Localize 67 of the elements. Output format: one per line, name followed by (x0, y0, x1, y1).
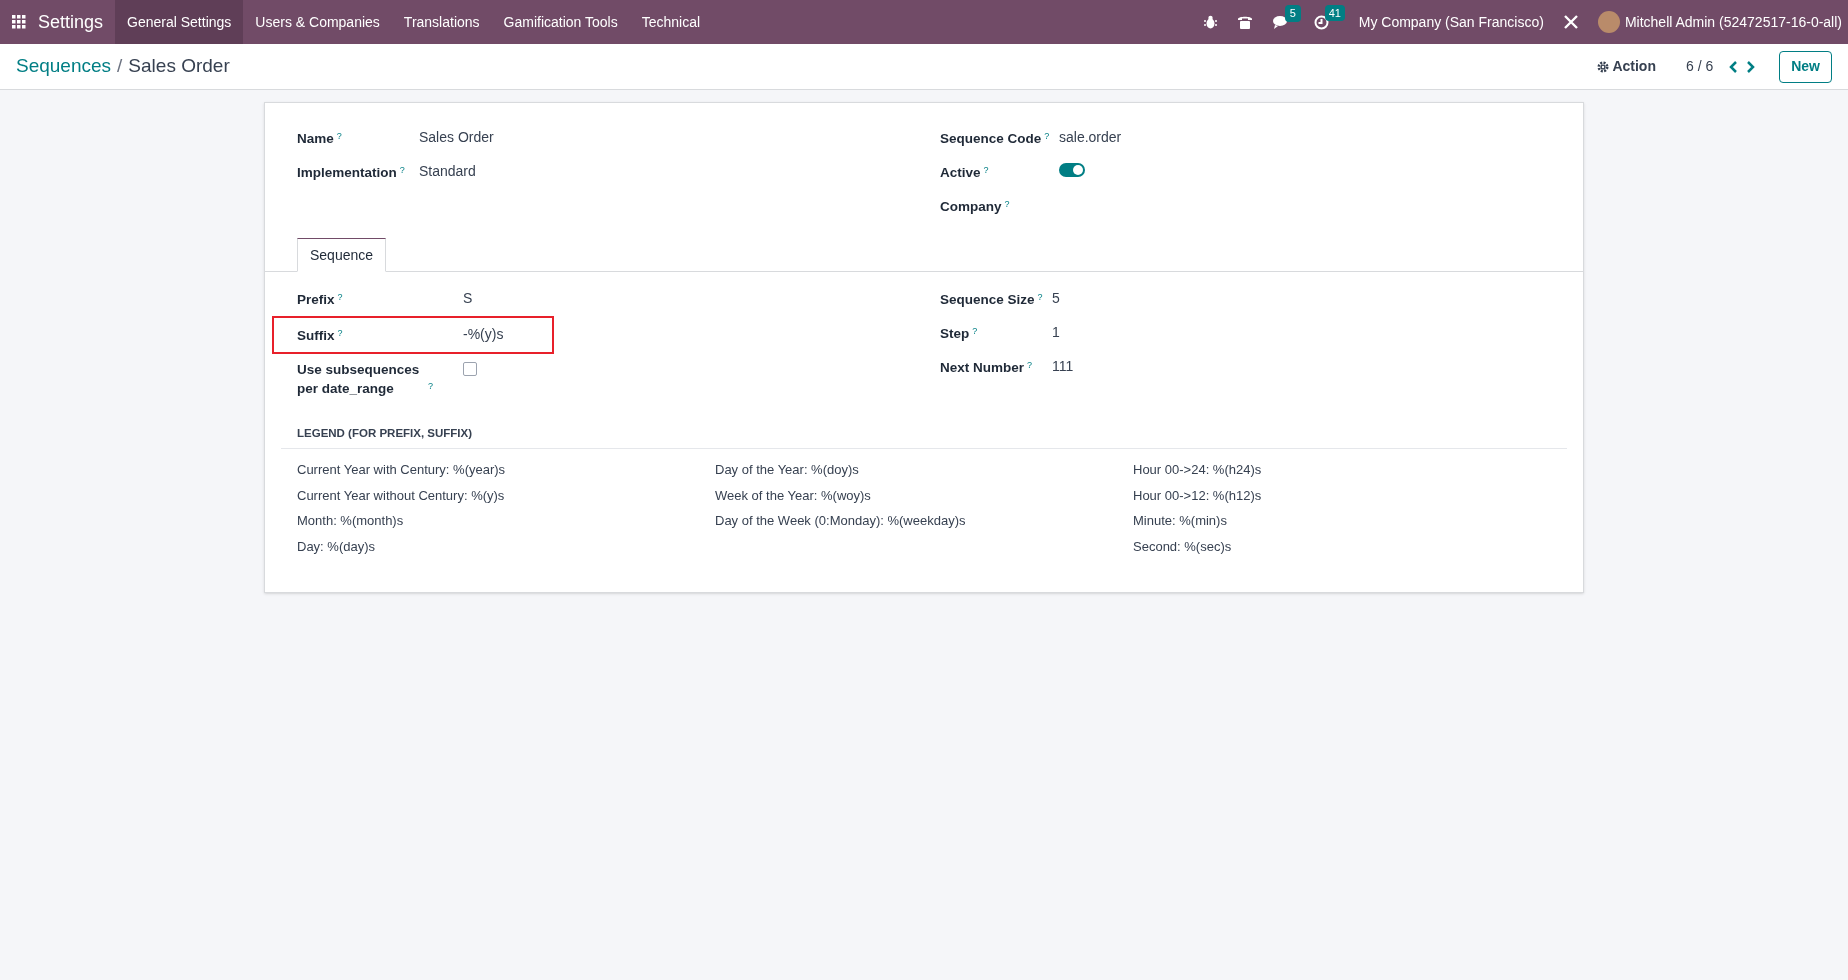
legend-entry: Hour 00->12: %(h12)s (1133, 486, 1263, 505)
help-tooltip[interactable]: ? (337, 328, 343, 338)
help-tooltip[interactable]: ? (972, 326, 978, 336)
field-label: Name (297, 131, 334, 146)
field-value: 1 (1052, 323, 1060, 342)
legend-entry: Minute: %(min)s (1133, 512, 1228, 530)
menu-item[interactable]: Translations (391, 0, 492, 44)
field-value: sale.order (1059, 128, 1122, 147)
menu-item[interactable]: Technical (629, 0, 713, 44)
legend-title: LEGEND (FOR PREFIX, SUFFIX) (297, 427, 473, 439)
help-tooltip[interactable]: ? (337, 292, 343, 302)
field-label: Suffix (297, 328, 335, 343)
field-value: -%(y)s (463, 325, 504, 344)
field-value: 5 (1052, 289, 1060, 308)
legend-entry: Current Year with Century: %(year)s (297, 461, 507, 479)
field-value: Sales Order (419, 128, 494, 147)
breadcrumb-current: Sales Order (128, 54, 230, 79)
field-label: Implementation (297, 165, 397, 180)
user-menu[interactable]: Mitchell Admin (52472517-16-0-all) (1624, 11, 1842, 33)
menu-item[interactable]: Gamification Tools (491, 0, 630, 44)
field-value: 111 (1052, 357, 1074, 376)
field-label: Use subsequences per date_range (297, 361, 421, 398)
clock-icon[interactable] (1313, 14, 1329, 30)
field-value: Standard (419, 162, 476, 181)
field-label: Sequence Size (940, 292, 1035, 307)
avatar-placeholder (1597, 11, 1620, 33)
new-button[interactable]: New (1779, 50, 1832, 83)
menu-item[interactable]: Users & Companies (243, 0, 392, 44)
field-label: Sequence Code (940, 131, 1042, 146)
toggle-switch[interactable] (1059, 163, 1085, 177)
company-switcher[interactable]: My Company (San Francisco) (1358, 11, 1544, 33)
legend-entry: Second: %(sec)s (1133, 537, 1233, 556)
help-tooltip[interactable]: ? (1027, 360, 1033, 370)
bug-icon[interactable] (1203, 15, 1217, 29)
phone-icon[interactable] (1236, 14, 1253, 30)
legend-entry: Month: %(month)s (297, 512, 405, 530)
legend-entry: Day of the Year: %(doy)s (715, 461, 860, 479)
chat-icon[interactable] (1272, 15, 1290, 29)
legend-entry: Day: %(day)s (297, 537, 377, 556)
checkbox[interactable] (463, 362, 477, 376)
pager-value[interactable]: 6 / 6 (1685, 56, 1714, 77)
help-tooltip[interactable]: ? (428, 381, 433, 391)
menu-item[interactable]: General Settings (115, 0, 244, 44)
legend-entry: Current Year without Century: %(y)s (297, 486, 506, 505)
help-tooltip[interactable]: ? (336, 131, 342, 141)
message-count-badge: 5 (1284, 5, 1301, 22)
legend-entry: Day of the Week (0:Monday): %(weekday)s (715, 512, 967, 530)
gear-icon (1597, 60, 1610, 73)
legend-entry: Hour 00->24: %(h24)s (1133, 461, 1263, 479)
legend-entry: Week of the Year: %(woy)s (715, 486, 872, 505)
breadcrumb-link[interactable]: Sequences (16, 52, 112, 81)
action-button[interactable]: Action (1597, 56, 1656, 77)
help-tooltip[interactable]: ? (1004, 199, 1010, 209)
field-label: Company (940, 199, 1002, 214)
tab[interactable]: Sequence (297, 238, 387, 272)
activity-count-badge: 41 (1324, 4, 1345, 21)
help-tooltip[interactable]: ? (399, 165, 405, 175)
help-tooltip[interactable]: ? (983, 165, 989, 175)
field-label: Prefix (297, 292, 335, 307)
help-tooltip[interactable]: ? (1037, 292, 1043, 302)
field-label: Active (940, 165, 981, 180)
app-name[interactable]: Settings (38, 8, 116, 36)
field-label: Step (940, 326, 970, 341)
breadcrumb-separator: / (117, 54, 123, 79)
help-tooltip[interactable]: ? (1044, 131, 1050, 141)
field-value: S (463, 289, 473, 308)
field-label: Next Number (940, 360, 1025, 375)
